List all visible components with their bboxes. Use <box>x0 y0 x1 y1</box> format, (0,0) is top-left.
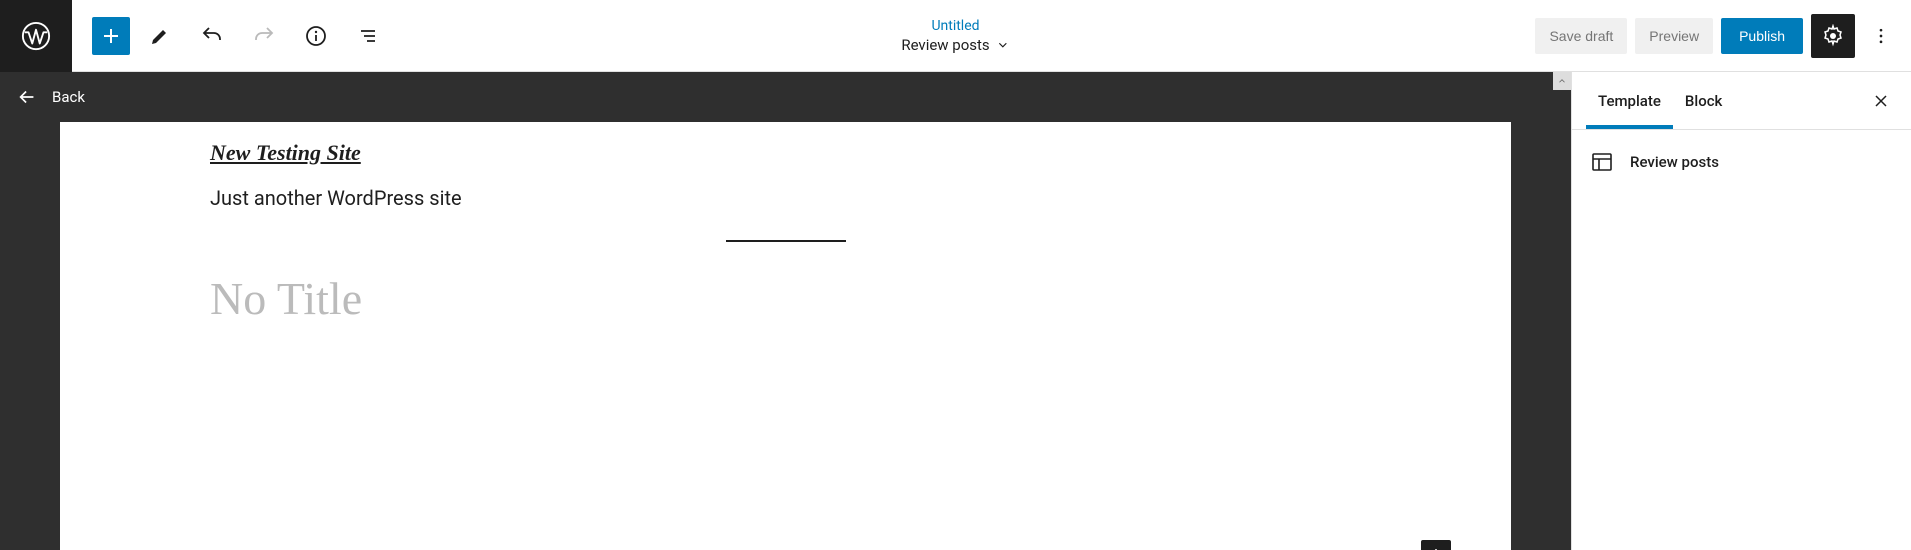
info-icon[interactable] <box>294 14 338 58</box>
site-title[interactable]: New Testing Site <box>210 140 1361 166</box>
wordpress-logo-button[interactable] <box>0 0 72 72</box>
settings-button[interactable] <box>1811 14 1855 58</box>
chevron-down-icon <box>996 38 1010 52</box>
back-button[interactable]: Back <box>0 72 1571 122</box>
add-block-inline-button[interactable] <box>1421 540 1451 550</box>
redo-button <box>242 14 286 58</box>
site-tagline[interactable]: Just another WordPress site <box>210 186 1361 210</box>
document-untitled-label: Untitled <box>901 18 1009 34</box>
more-options-button[interactable] <box>1863 14 1899 58</box>
template-dropdown[interactable]: Review posts <box>901 36 1009 54</box>
sidebar-body: Review posts <box>1572 130 1911 194</box>
scroll-up-indicator[interactable] <box>1553 72 1571 90</box>
editor-canvas[interactable]: New Testing Site Just another WordPress … <box>60 122 1511 550</box>
sidebar-tabs: Template Block <box>1572 72 1911 130</box>
back-label: Back <box>52 88 85 106</box>
post-title-placeholder[interactable]: No Title <box>210 272 1361 325</box>
toolbar-left <box>72 14 390 58</box>
sidebar-template-name: Review posts <box>1630 153 1719 171</box>
arrow-left-icon <box>16 86 38 108</box>
plus-icon <box>1426 545 1446 550</box>
edit-icon[interactable] <box>138 14 182 58</box>
gear-icon <box>1821 24 1845 48</box>
toolbar-right: Save draft Preview Publish <box>1535 14 1911 58</box>
preview-button[interactable]: Preview <box>1635 18 1713 54</box>
close-icon <box>1871 91 1891 111</box>
undo-button[interactable] <box>190 14 234 58</box>
template-name-label: Review posts <box>901 36 989 54</box>
top-toolbar: Untitled Review posts Save draft Preview… <box>0 0 1911 72</box>
close-sidebar-button[interactable] <box>1865 85 1897 117</box>
separator <box>726 240 846 242</box>
editor-wrap: Back New Testing Site Just another WordP… <box>0 72 1571 550</box>
tab-template[interactable]: Template <box>1586 74 1673 128</box>
kebab-icon <box>1871 26 1891 46</box>
add-block-toggle[interactable] <box>92 17 130 55</box>
save-draft-button[interactable]: Save draft <box>1535 18 1627 54</box>
main-area: Back New Testing Site Just another WordP… <box>0 72 1911 550</box>
layout-icon <box>1590 150 1614 174</box>
document-title-area: Untitled Review posts <box>901 18 1009 54</box>
settings-sidebar: Template Block Review posts <box>1571 72 1911 550</box>
tab-block[interactable]: Block <box>1673 74 1734 128</box>
publish-button[interactable]: Publish <box>1721 18 1803 54</box>
list-view-icon[interactable] <box>346 14 390 58</box>
sidebar-template-row[interactable]: Review posts <box>1590 150 1893 174</box>
